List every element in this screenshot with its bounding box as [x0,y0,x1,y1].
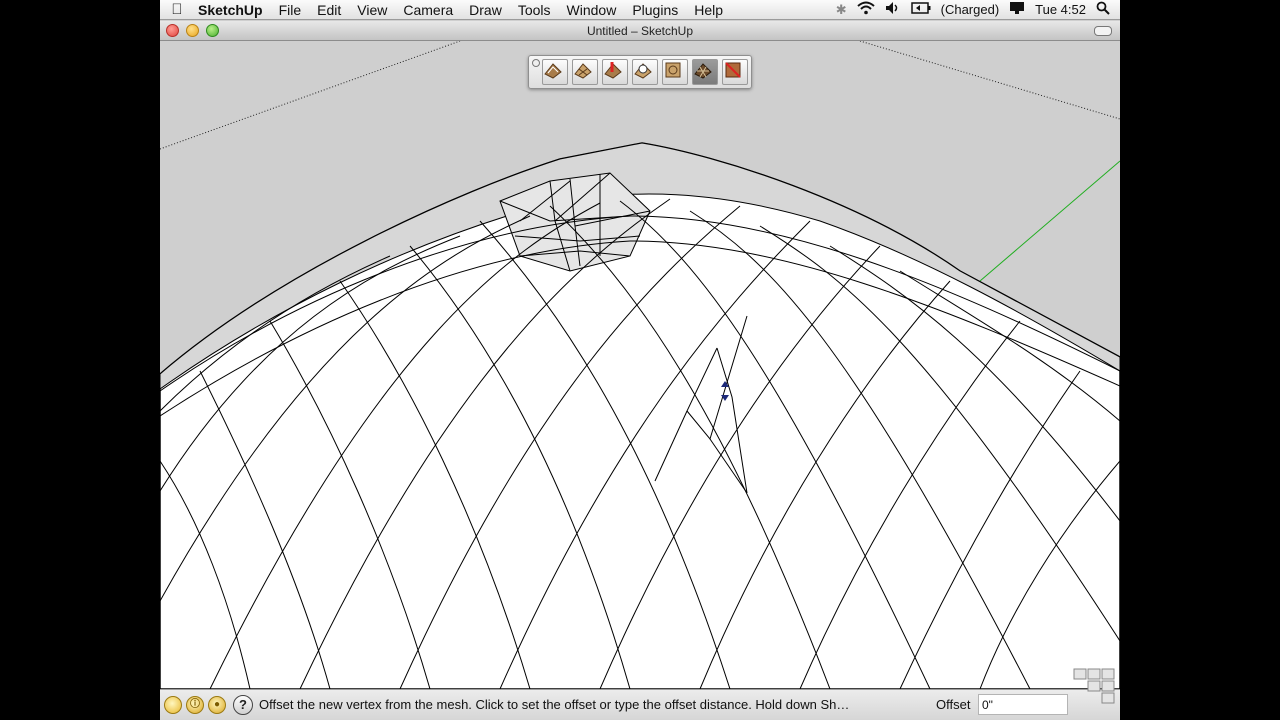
geo-location-icon[interactable] [164,696,182,714]
menu-draw[interactable]: Draw [461,0,510,20]
resize-grip[interactable] [1064,664,1120,720]
wifi-icon[interactable] [856,1,875,18]
menu-bar:  SketchUp File Edit View Camera Draw To… [160,0,1120,20]
battery-icon[interactable] [910,2,931,17]
from-contours-icon [544,63,562,79]
add-detail-icon [694,63,712,79]
status-message: Offset the new vertex from the mesh. Cli… [259,697,850,712]
terrain-canvas[interactable] [160,41,1120,689]
model-viewport[interactable] [160,41,1120,689]
smoove-icon [604,62,622,79]
close-button[interactable] [166,24,179,37]
menu-help[interactable]: Help [686,0,731,20]
menu-tools[interactable]: Tools [510,0,559,20]
toolbar-toggle-button[interactable] [1094,26,1112,36]
stamp-tool[interactable] [632,59,658,85]
menu-window[interactable]: Window [559,0,625,20]
dotted-axis-left [160,41,461,150]
display-icon[interactable] [1009,1,1025,18]
dotted-axis-right [859,41,1120,120]
sandbox-toolbar [528,55,752,89]
bluetooth-icon[interactable]: ✱ [836,2,847,18]
drape-icon [665,62,681,78]
sign-in-icon[interactable]: ● [208,696,226,714]
zoom-button[interactable] [206,24,219,37]
menu-app-name[interactable]: SketchUp [194,0,271,20]
credits-icon[interactable]: ⓘ [186,696,204,714]
vcb-input[interactable] [978,694,1068,715]
menu-camera[interactable]: Camera [395,0,461,20]
screen:  SketchUp File Edit View Camera Draw To… [160,0,1120,720]
help-icon[interactable]: ? [233,695,253,715]
spotlight-icon[interactable] [1096,1,1110,18]
stamp-icon [634,63,652,79]
apple-icon[interactable]:  [160,1,194,18]
add-detail-tool[interactable] [692,59,718,85]
menu-edit[interactable]: Edit [309,0,349,20]
from-contours-tool[interactable] [542,59,568,85]
minimize-button[interactable] [186,24,199,37]
drape-tool[interactable] [662,59,688,85]
clock[interactable]: Tue 4:52 [1035,2,1086,17]
battery-status: (Charged) [940,2,1000,17]
menu-file[interactable]: File [271,0,310,20]
vcb-label: Offset [936,697,971,712]
menu-view[interactable]: View [349,0,395,20]
palette-close-button[interactable] [532,59,540,67]
status-bar: ⓘ ● ? Offset the new vertex from the mes… [160,668,1120,720]
menu-plugins[interactable]: Plugins [624,0,686,20]
flip-edge-icon [725,62,741,78]
from-scratch-icon [574,63,592,79]
smoove-tool[interactable] [602,59,628,85]
from-scratch-tool[interactable] [572,59,598,85]
green-axis [979,160,1120,282]
volume-icon[interactable] [885,1,901,18]
window-title-bar: Untitled – SketchUp [160,21,1120,41]
flip-edge-tool[interactable] [722,59,748,85]
window-title: Untitled – SketchUp [586,23,694,38]
